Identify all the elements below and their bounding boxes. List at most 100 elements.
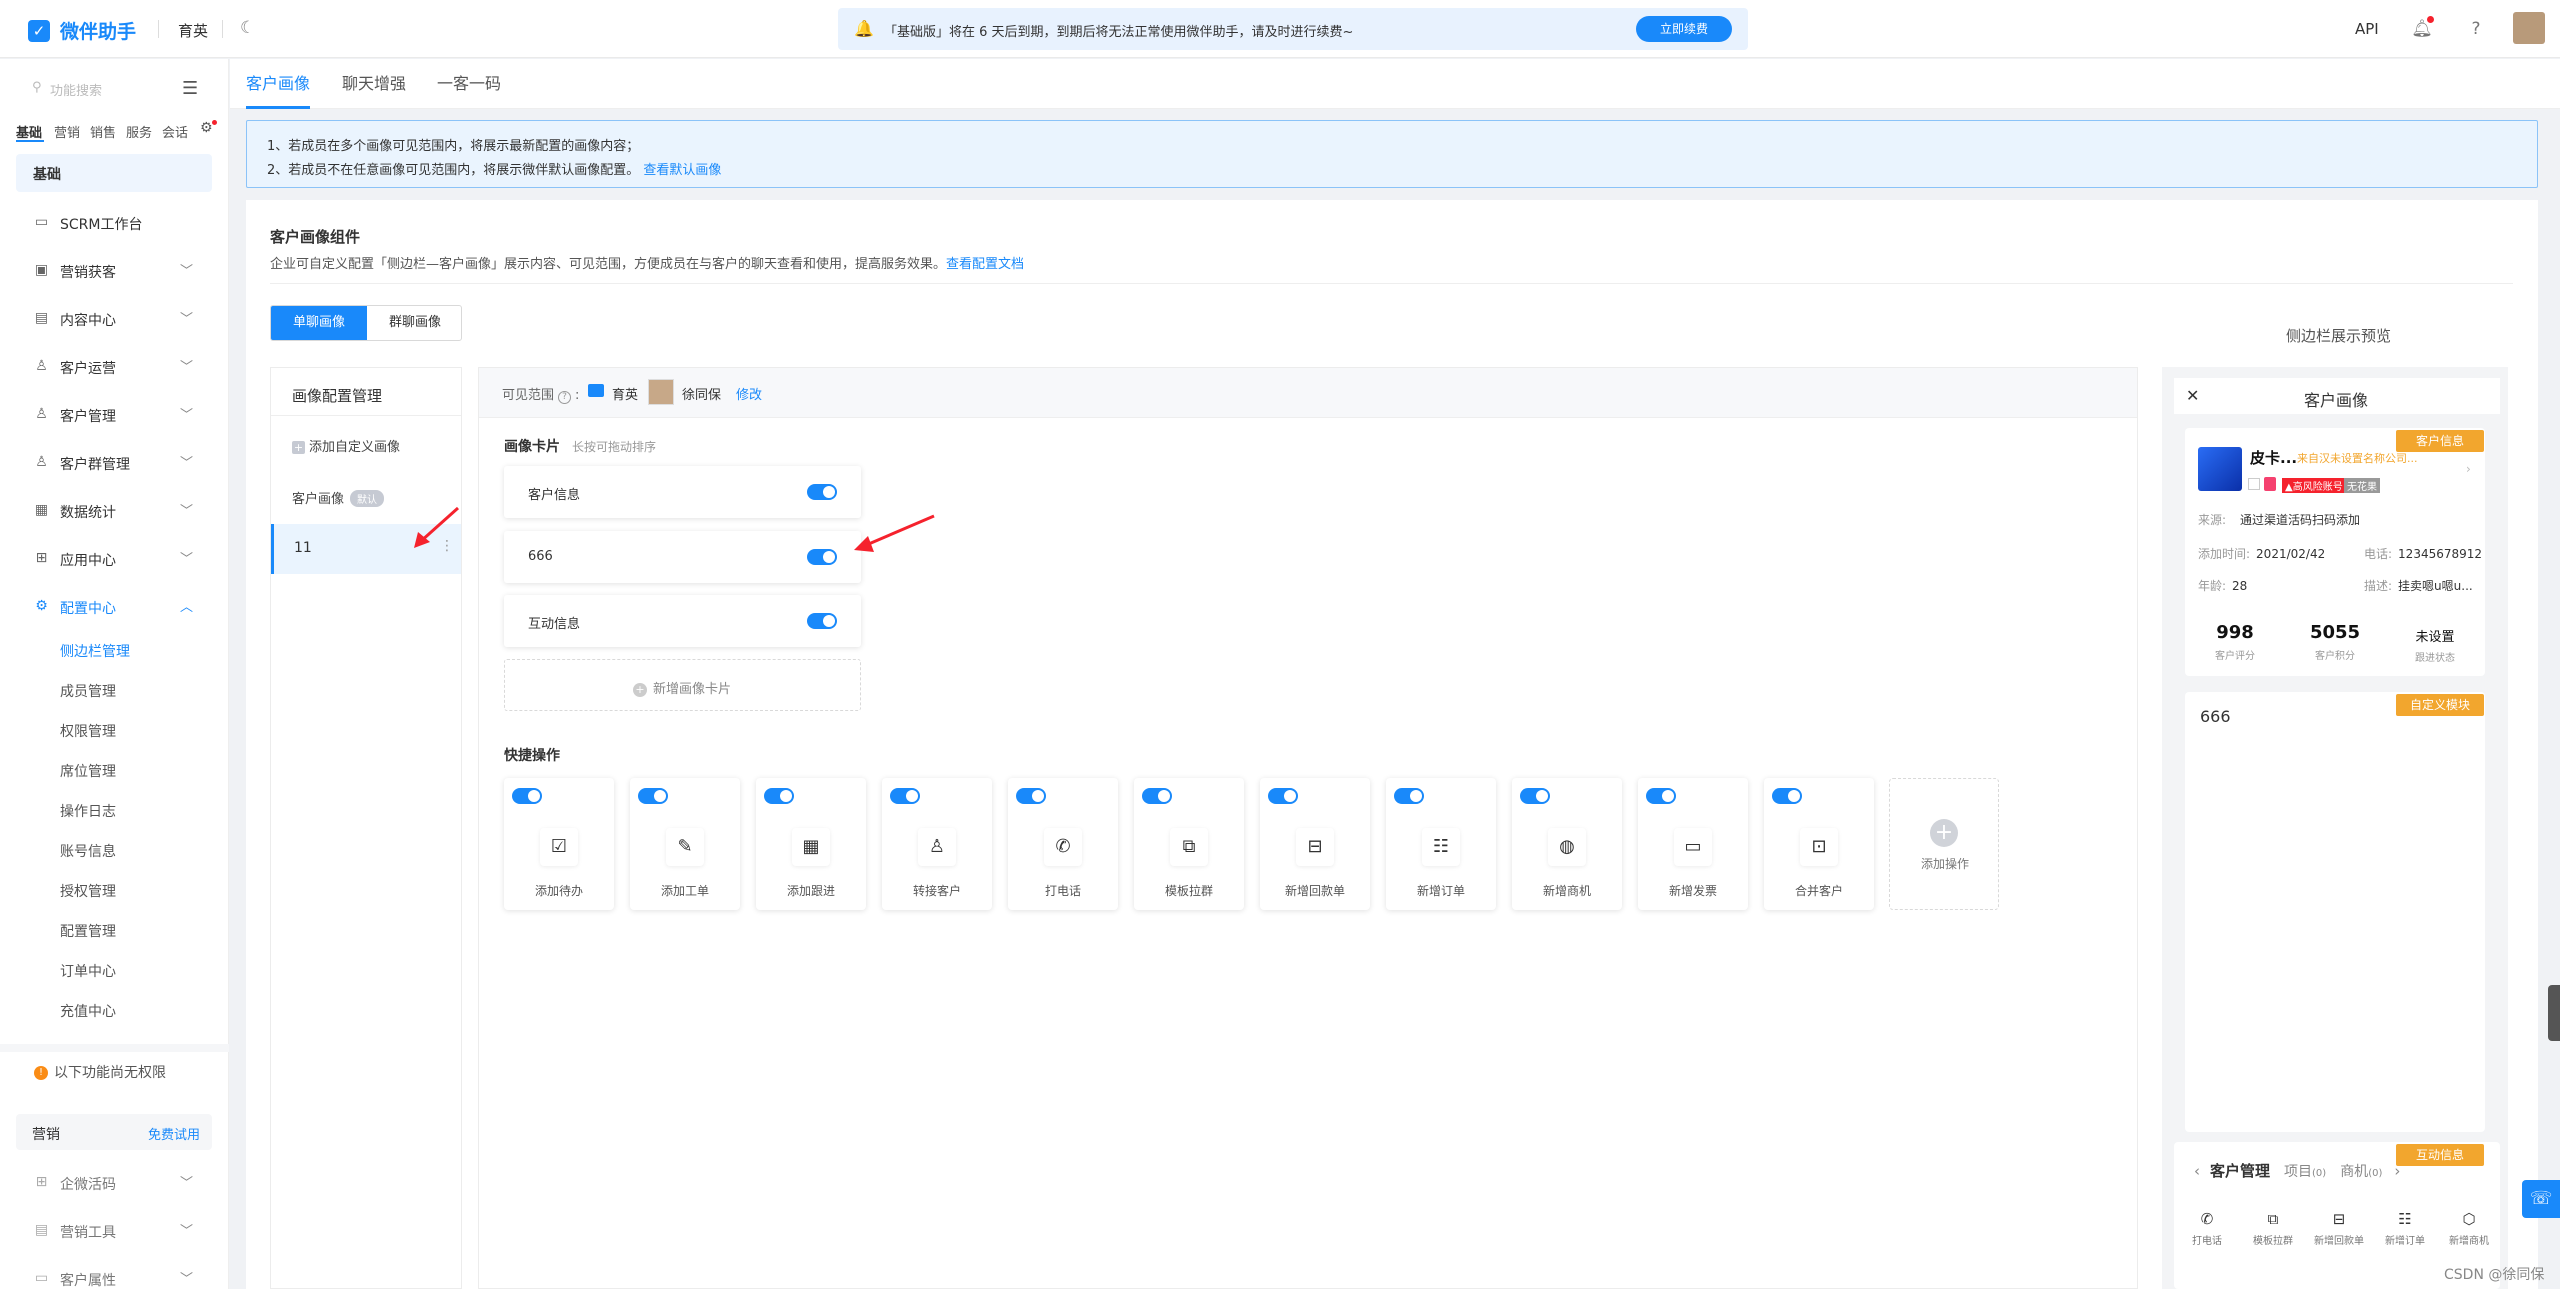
tab-one-code[interactable]: 一客一码 [437, 70, 501, 94]
sidebar-sub-permissions[interactable]: 权限管理 [60, 721, 116, 741]
sidebar-item-operation[interactable]: ♙ 客户运营 ﹀ [0, 344, 229, 388]
sidebar-item-config[interactable]: ⚙ 配置中心 ︿ [0, 584, 229, 628]
sidebar-sub-recharge[interactable]: 充值中心 [60, 1001, 116, 1021]
action-toggle[interactable] [1772, 788, 1802, 804]
brand-name[interactable]: 微伴助手 [60, 17, 136, 44]
view-default-link[interactable]: 查看默认画像 [643, 163, 721, 178]
sidebar-section-basic[interactable]: 基础 [16, 154, 212, 192]
user-avatar[interactable] [2513, 12, 2545, 44]
phone-quick-action[interactable]: ☷ 新增订单 [2372, 1210, 2438, 1247]
quick-action-card[interactable]: ✎ 添加工单 [630, 778, 740, 910]
profile-card[interactable]: 互动信息 [504, 595, 861, 647]
quick-action-card[interactable]: ☷ 新增订单 [1386, 778, 1496, 910]
single-chat-button[interactable]: 单聊画像 [271, 306, 367, 340]
chevron-left-icon[interactable]: ‹ [2194, 1162, 2200, 1180]
action-toggle[interactable] [512, 788, 542, 804]
sidebar-sub-members[interactable]: 成员管理 [60, 681, 116, 701]
tab-chat-enhance[interactable]: 聊天增强 [342, 70, 406, 94]
card-toggle[interactable] [807, 613, 837, 629]
sidebar-item-content[interactable]: ▤ 内容中心 ﹀ [0, 296, 229, 340]
sidebar-sub-sidebar-mgmt[interactable]: 侧边栏管理 [60, 641, 130, 661]
quick-action-card[interactable]: ◍ 新增商机 [1512, 778, 1622, 910]
action-toggle[interactable] [764, 788, 794, 804]
quick-action-card[interactable]: ⧉ 模板拉群 [1134, 778, 1244, 910]
org-name[interactable]: 育英 [178, 20, 208, 41]
sidebar-item-qrcode[interactable]: ⊞ 企微活码 ﹀ [0, 1160, 229, 1204]
settings-icon[interactable]: ⚙ [200, 120, 213, 136]
action-toggle[interactable] [638, 788, 668, 804]
quick-action-card[interactable]: ♙ 转接客户 [882, 778, 992, 910]
profile-card[interactable]: 666 [504, 531, 861, 583]
config-doc-link[interactable]: 查看配置文档 [946, 257, 1024, 272]
chevron-right-icon[interactable]: › [2394, 1162, 2400, 1180]
phone-quick-action[interactable]: ⧉ 模板拉群 [2240, 1210, 2306, 1247]
sidebar-sub-config[interactable]: 配置管理 [60, 921, 116, 941]
card-toggle[interactable] [807, 484, 837, 500]
api-link[interactable]: API [2355, 20, 2379, 38]
sidebar-item-attrs[interactable]: ▭ 客户属性 ﹀ [0, 1256, 229, 1289]
sidebar-sub-account[interactable]: 账号信息 [60, 841, 116, 861]
card-toggle[interactable] [807, 549, 837, 565]
free-trial-link[interactable]: 免费试用 [148, 1124, 200, 1143]
support-icon[interactable]: ☏ [2522, 1180, 2560, 1218]
sidebar-item-customers[interactable]: ♙ 客户管理 ﹀ [0, 392, 229, 436]
quick-action-card[interactable]: ✆ 打电话 [1008, 778, 1118, 910]
custom-module-card [2185, 692, 2485, 1132]
sidebar-item-groups[interactable]: ♙ 客户群管理 ﹀ [0, 440, 229, 484]
tab-customer-profile[interactable]: 客户画像 [246, 70, 310, 94]
phone-quick-action[interactable]: ✆ 打电话 [2174, 1210, 2240, 1247]
renew-button[interactable]: 立即续费 [1636, 16, 1732, 42]
menu-icon[interactable]: ☰ [182, 78, 198, 99]
add-card-button[interactable]: + 新增画像卡片 [504, 659, 861, 711]
divider [158, 20, 159, 38]
quick-action-card[interactable]: ▭ 新增发票 [1638, 778, 1748, 910]
action-toggle[interactable] [1016, 788, 1046, 804]
sidebar-sub-auth[interactable]: 授权管理 [60, 881, 116, 901]
sidebar-tab-marketing[interactable]: 营销 [54, 122, 80, 141]
action-toggle[interactable] [890, 788, 920, 804]
add-action-button[interactable]: + 添加操作 [1889, 778, 1999, 910]
chevron-down-icon: ﹀ [180, 408, 194, 423]
close-icon[interactable]: ✕ [2186, 386, 2199, 405]
sidebar-item-apps[interactable]: ⊞ 应用中心 ﹀ [0, 536, 229, 580]
sidebar-sub-logs[interactable]: 操作日志 [60, 801, 116, 821]
profile-card[interactable]: 客户信息 [504, 466, 861, 518]
quick-action-card[interactable]: ⊡ 合并客户 [1764, 778, 1874, 910]
sidebar-tab-service[interactable]: 服务 [126, 122, 152, 141]
edge-handle[interactable] [2548, 985, 2560, 1041]
tab-opportunity[interactable]: 商机(0) [2340, 1164, 2382, 1180]
quick-action-card[interactable]: ⊟ 新增回款单 [1260, 778, 1370, 910]
add-custom-profile-button[interactable]: + 添加自定义画像 [292, 436, 400, 455]
sidebar-tab-sales[interactable]: 销售 [90, 122, 116, 141]
market-section[interactable]: 营销 免费试用 [16, 1114, 212, 1150]
help-icon[interactable]: ? [558, 391, 572, 404]
sidebar-sub-orders[interactable]: 订单中心 [60, 961, 116, 981]
sidebar-item-marketing[interactable]: ▣ 营销获客 ﹀ [0, 248, 229, 292]
action-toggle[interactable] [1394, 788, 1424, 804]
todo-icon: ☑ [540, 828, 578, 866]
sidebar-tab-session[interactable]: 会话 [162, 122, 188, 141]
sidebar-tab-basic[interactable]: 基础 [16, 122, 42, 141]
tab-customer-mgmt[interactable]: 客户管理 [2210, 1162, 2270, 1180]
help-icon[interactable]: ? [2465, 18, 2487, 40]
edit-scope-link[interactable]: 修改 [736, 384, 762, 403]
sidebar-item-scrm[interactable]: ▭ SCRM工作台 [0, 200, 229, 244]
config-item-default[interactable]: 客户画像 默认 [292, 488, 385, 507]
sidebar-sub-seats[interactable]: 席位管理 [60, 761, 116, 781]
quick-action-card[interactable]: ☑ 添加待办 [504, 778, 614, 910]
sidebar-item-tools[interactable]: ▤ 营销工具 ﹀ [0, 1208, 229, 1252]
action-toggle[interactable] [1646, 788, 1676, 804]
dark-mode-icon[interactable]: ☾ [240, 18, 260, 38]
quick-action-card[interactable]: ▦ 添加跟进 [756, 778, 866, 910]
phone-quick-action[interactable]: ⬡ 新增商机 [2436, 1210, 2502, 1247]
action-toggle[interactable] [1520, 788, 1550, 804]
sidebar-item-label: 应用中心 [60, 553, 116, 569]
feature-search-input[interactable]: 功能搜索 [50, 80, 102, 99]
sidebar-item-stats[interactable]: ▦ 数据统计 ﹀ [0, 488, 229, 532]
tab-project[interactable]: 项目(0) [2284, 1164, 2326, 1180]
action-toggle[interactable] [1142, 788, 1172, 804]
group-chat-button[interactable]: 群聊画像 [367, 306, 461, 340]
chevron-right-icon[interactable]: › [2466, 462, 2471, 476]
action-toggle[interactable] [1268, 788, 1298, 804]
phone-quick-action[interactable]: ⊟ 新增回款单 [2306, 1210, 2372, 1247]
